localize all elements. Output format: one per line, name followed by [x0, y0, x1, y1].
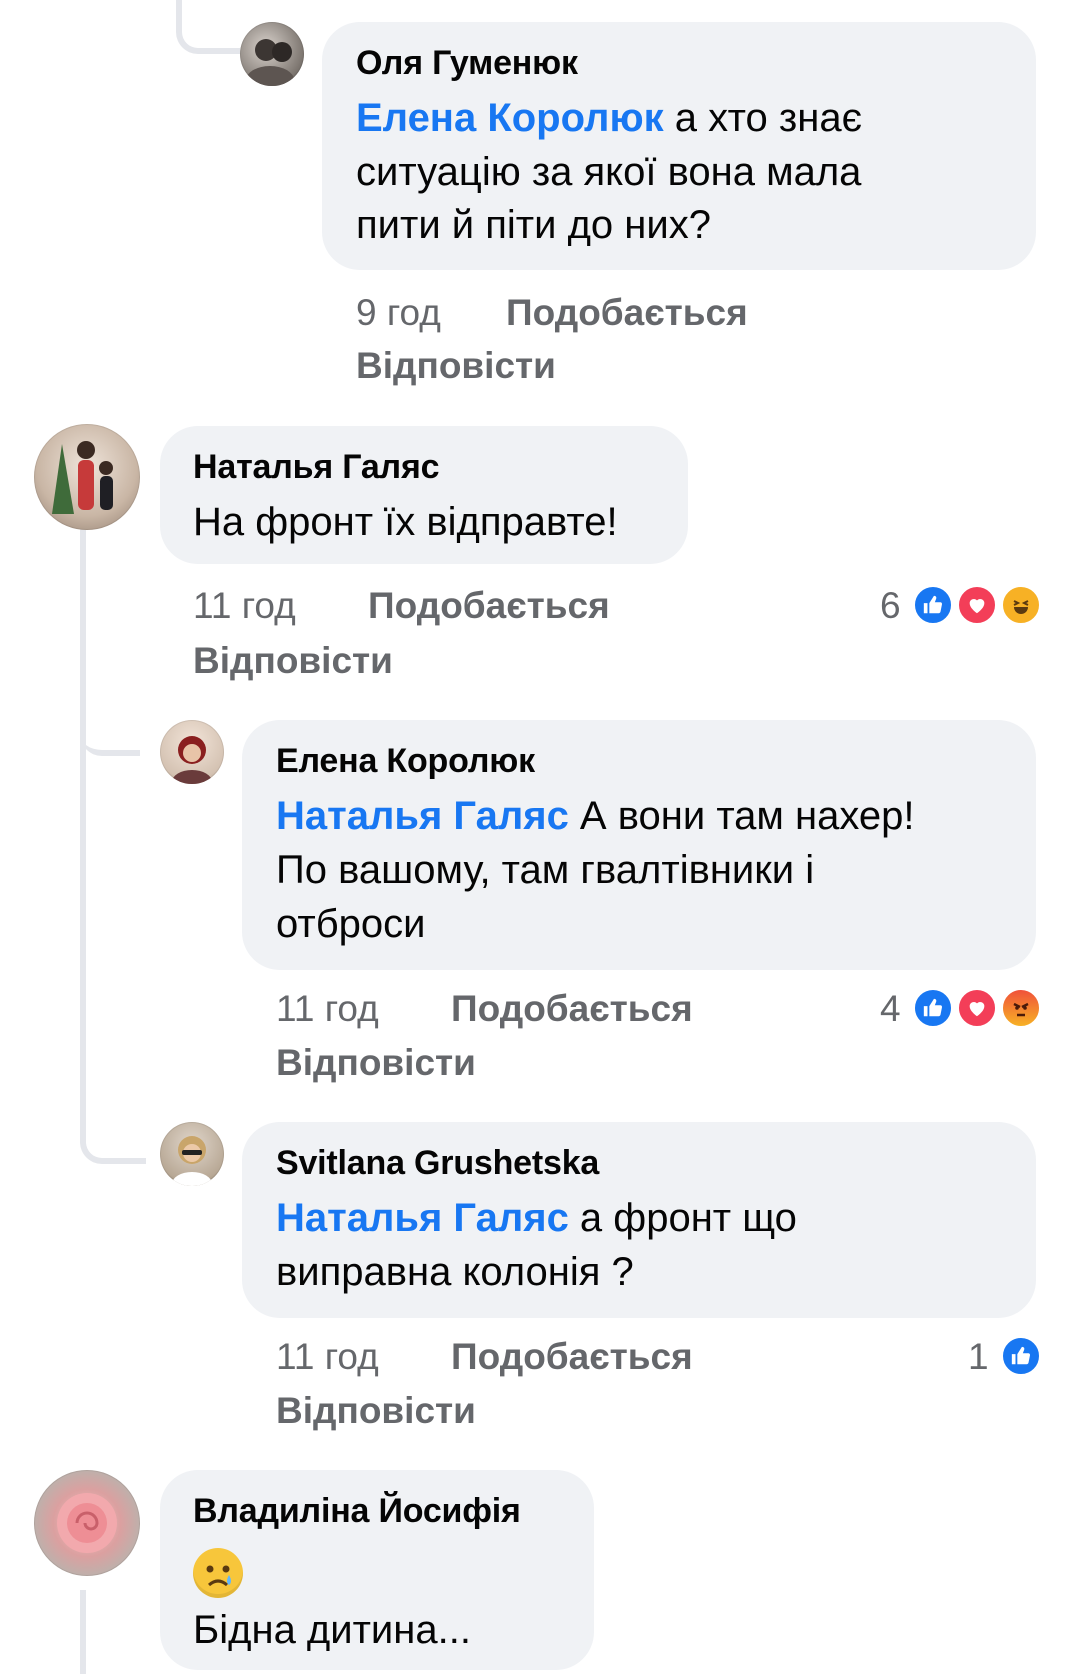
- thread-line: [80, 510, 86, 1130]
- comment-text: По вашому, там гвалтівники і: [276, 848, 815, 892]
- like-button[interactable]: Подобається: [368, 585, 610, 627]
- thread-connector: [176, 0, 240, 54]
- reaction-count[interactable]: 4: [880, 988, 901, 1030]
- avatar-photo-icon: [172, 736, 212, 784]
- comment-text: отброси: [276, 902, 426, 946]
- reply-button[interactable]: Відповісти: [276, 1042, 476, 1084]
- mention-link[interactable]: Наталья Галяс: [276, 794, 569, 838]
- mention-link[interactable]: Елена Королюк: [356, 96, 664, 140]
- like-button[interactable]: Подобається: [451, 988, 693, 1030]
- reaction-count[interactable]: 1: [968, 1336, 989, 1378]
- comment-timestamp[interactable]: 11 год: [276, 988, 379, 1030]
- comment-text: виправна колонія ?: [276, 1250, 634, 1294]
- love-icon[interactable]: [956, 584, 998, 626]
- comment-text: пити й піти до них?: [356, 203, 711, 247]
- avatar[interactable]: [240, 22, 304, 86]
- avatar[interactable]: [34, 424, 140, 530]
- comment-author[interactable]: Оля Гуменюк: [356, 44, 578, 83]
- rose-icon: [57, 1493, 117, 1553]
- comment-text: Елена Королюк а хто знає: [356, 96, 862, 140]
- comment-timestamp[interactable]: 9 год: [356, 292, 441, 334]
- crying-face-emoji: [193, 1548, 243, 1598]
- comment-author[interactable]: Владиліна Йосифія: [193, 1492, 521, 1531]
- reply-button[interactable]: Відповісти: [276, 1390, 476, 1432]
- like-icon[interactable]: [1000, 1335, 1042, 1377]
- mention-link[interactable]: Наталья Галяс: [276, 1196, 569, 1240]
- avatar-photo-icon: [172, 1136, 212, 1186]
- avatar[interactable]: [160, 720, 224, 784]
- comment-author[interactable]: Svitlana Grushetska: [276, 1144, 599, 1183]
- thread-connector: [80, 660, 140, 756]
- comment-author[interactable]: Елена Королюк: [276, 742, 535, 781]
- comment-text: Наталья Галяс а фронт що: [276, 1196, 797, 1240]
- reply-button[interactable]: Відповісти: [193, 640, 393, 682]
- comment-author[interactable]: Наталья Галяс: [193, 448, 439, 487]
- love-icon[interactable]: [956, 987, 998, 1029]
- like-icon[interactable]: [912, 987, 954, 1029]
- reaction-count[interactable]: 6: [880, 585, 901, 627]
- avatar-photo-icon: [52, 441, 113, 514]
- like-button[interactable]: Подобається: [506, 292, 748, 334]
- reply-button[interactable]: Відповісти: [356, 345, 556, 387]
- thread-line: [80, 1590, 86, 1674]
- comment-text: Бідна дитина...: [193, 1608, 471, 1652]
- comment-text: На фронт їх відправте!: [193, 500, 618, 544]
- like-button[interactable]: Подобається: [451, 1336, 693, 1378]
- avatar[interactable]: [160, 1122, 224, 1186]
- like-icon[interactable]: [912, 584, 954, 626]
- comment-timestamp[interactable]: 11 год: [193, 585, 296, 627]
- comment-text: ситуацію за якої вона мала: [356, 150, 862, 194]
- avatar[interactable]: [34, 1470, 140, 1576]
- avatar-photo-icon: [246, 39, 294, 86]
- angry-icon[interactable]: [1000, 987, 1042, 1029]
- comment-text: Наталья Галяс А вони там нахер!: [276, 794, 915, 838]
- haha-icon[interactable]: [1000, 584, 1042, 626]
- comment-timestamp[interactable]: 11 год: [276, 1336, 379, 1378]
- thread-connector: [80, 1080, 146, 1164]
